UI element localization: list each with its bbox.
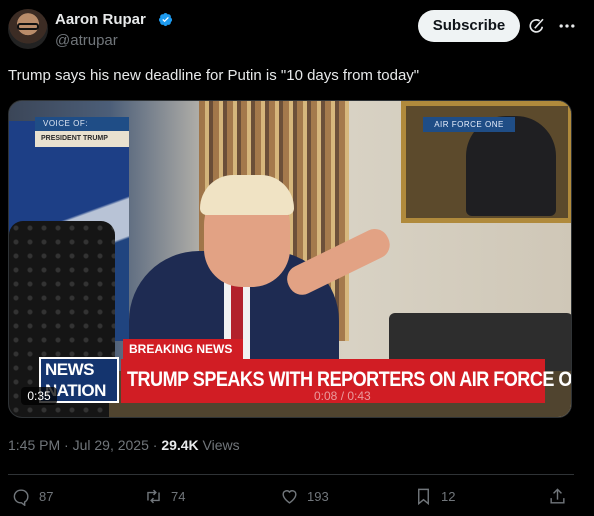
bookmark-icon xyxy=(418,488,429,505)
breaking-news-label: BREAKING NEWS xyxy=(123,339,243,359)
repost-icon xyxy=(147,489,160,503)
like-icon xyxy=(282,489,297,504)
views-label: Views xyxy=(198,437,240,453)
bookmark-button[interactable]: 12 xyxy=(414,484,455,508)
speaker-hair xyxy=(200,175,294,215)
air-force-badge: AIR FORCE ONE xyxy=(423,117,515,132)
bookmark-count: 12 xyxy=(441,488,456,504)
reply-count: 87 xyxy=(39,488,54,504)
repost-count: 74 xyxy=(171,488,186,504)
views-count: 29.4K xyxy=(161,437,199,453)
author-handle[interactable]: @atrupar xyxy=(55,32,118,49)
playback-time: 0:08 / 0:43 xyxy=(314,389,371,403)
tweet-meta: 1:45 PM · Jul 29, 2025 · 29.4K Views xyxy=(8,437,240,453)
share-button[interactable] xyxy=(548,484,567,508)
share-icon xyxy=(550,487,565,504)
verified-badge-icon xyxy=(158,12,173,27)
more-icon[interactable] xyxy=(557,16,577,36)
timestamp[interactable]: 1:45 PM · Jul 29, 2025 · xyxy=(8,437,161,453)
president-label: PRESIDENT TRUMP xyxy=(35,131,129,147)
reply-button[interactable]: 87 xyxy=(12,484,53,508)
author-name[interactable]: Aaron Rupar xyxy=(55,11,146,28)
video-duration-badge: 0:35 xyxy=(21,387,57,405)
divider xyxy=(8,474,574,475)
voice-of-label: VOICE OF: xyxy=(35,117,129,131)
grok-icon[interactable] xyxy=(528,17,546,35)
voice-of-badge: VOICE OF: PRESIDENT TRUMP xyxy=(35,117,129,149)
avatar[interactable] xyxy=(8,9,48,49)
reply-icon xyxy=(13,488,29,506)
tweet-header: Aaron Rupar @atrupar Subscribe xyxy=(8,9,586,53)
repost-button[interactable]: 74 xyxy=(144,484,185,508)
like-count: 193 xyxy=(307,488,329,504)
tweet-text: Trump says his new deadline for Putin is… xyxy=(8,67,420,84)
video-player[interactable]: VOICE OF: PRESIDENT TRUMP AIR FORCE ONE … xyxy=(8,100,572,418)
action-bar: 87 74 193 12 xyxy=(8,484,574,508)
avatar-glasses xyxy=(17,23,39,30)
lower-third-headline: TRUMP SPEAKS WITH REPORTERS ON AIR FORCE… xyxy=(127,368,572,391)
logo-line-1: NEWS xyxy=(45,360,95,379)
subscribe-button[interactable]: Subscribe xyxy=(418,10,520,42)
like-button[interactable]: 193 xyxy=(280,484,329,508)
